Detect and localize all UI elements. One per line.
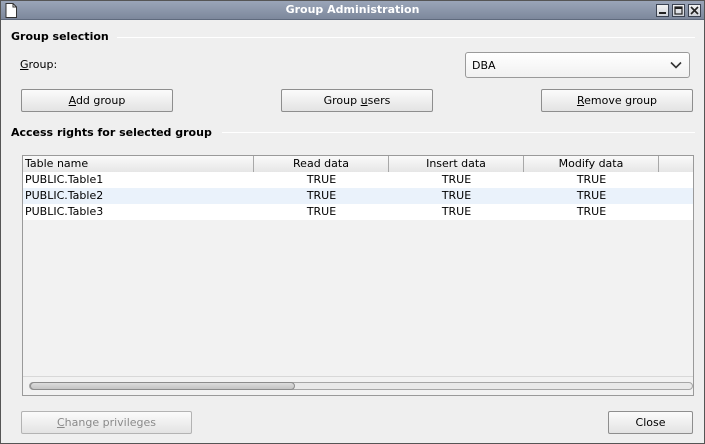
minimize-button[interactable] — [656, 4, 669, 17]
remove-group-button[interactable]: Remove group — [541, 89, 693, 112]
remove-group-label: emove group — [584, 94, 658, 107]
group-users-label-post: sers — [367, 94, 391, 107]
close-window-button[interactable] — [688, 4, 701, 17]
change-privileges-button[interactable]: Change privileges — [21, 411, 192, 434]
group-select-value: DBA — [472, 59, 496, 72]
cell-read-data[interactable]: TRUE — [254, 188, 389, 204]
change-privileges-mnemonic: C — [56, 416, 65, 429]
cell-modify-data[interactable]: TRUE — [524, 204, 659, 220]
group-select[interactable]: DBA — [465, 52, 690, 78]
scrollbar-divider — [23, 376, 693, 377]
cell-modify-data[interactable]: TRUE — [524, 188, 659, 204]
table-row[interactable]: PUBLIC.Table2 TRUE TRUE TRUE — [23, 188, 693, 204]
cell-table-name: PUBLIC.Table2 — [25, 189, 104, 202]
cell-table-name: PUBLIC.Table1 — [25, 173, 104, 186]
cell-read-data[interactable]: TRUE — [254, 172, 389, 188]
section-divider — [117, 37, 695, 38]
cell-modify-data[interactable]: TRUE — [524, 172, 659, 188]
column-header-modify-data[interactable]: Modify data — [524, 156, 659, 172]
add-group-mnemonic: A — [68, 94, 76, 107]
maximize-icon — [674, 6, 683, 15]
cell-read-data[interactable]: TRUE — [254, 204, 389, 220]
group-users-button[interactable]: Group users — [281, 89, 433, 112]
group-users-label-pre: Group — [323, 94, 361, 107]
group-selection-header: Group selection — [11, 30, 109, 43]
table-header: Table name Read data Insert data Modify … — [23, 156, 693, 173]
title-bar[interactable]: Group Administration — [1, 1, 704, 20]
cell-insert-data[interactable]: TRUE — [389, 188, 524, 204]
column-header-table-name[interactable]: Table name — [23, 156, 254, 172]
scrollbar-thumb[interactable] — [30, 382, 295, 390]
close-button[interactable]: Close — [608, 411, 693, 434]
cell-table-name: PUBLIC.Table3 — [25, 205, 104, 218]
horizontal-scrollbar[interactable] — [29, 382, 693, 390]
access-rights-header: Access rights for selected group — [11, 126, 212, 139]
group-administration-window: Group Administration Group selection Gro… — [0, 0, 705, 444]
close-icon — [690, 6, 699, 15]
maximize-button[interactable] — [672, 4, 685, 17]
window-title: Group Administration — [285, 3, 420, 16]
group-label-mnemonic: G — [20, 58, 29, 71]
column-header-insert-data[interactable]: Insert data — [389, 156, 524, 172]
group-label: Group: — [20, 58, 57, 71]
column-header-read-data[interactable]: Read data — [254, 156, 389, 172]
section-divider — [222, 132, 695, 133]
group-users-mnemonic: u — [360, 94, 368, 107]
group-label-text: roup: — [28, 58, 58, 71]
minimize-icon — [659, 12, 666, 14]
table-row[interactable]: PUBLIC.Table3 TRUE TRUE TRUE — [23, 204, 693, 220]
cell-insert-data[interactable]: TRUE — [389, 204, 524, 220]
access-rights-table[interactable]: Table name Read data Insert data Modify … — [22, 155, 694, 396]
cell-insert-data[interactable]: TRUE — [389, 172, 524, 188]
add-group-label: dd group — [75, 94, 126, 107]
change-privileges-label: hange privileges — [64, 416, 157, 429]
chevron-down-icon — [670, 61, 682, 69]
add-group-button[interactable]: Add group — [21, 89, 173, 112]
table-row[interactable]: PUBLIC.Table1 TRUE TRUE TRUE — [23, 172, 693, 188]
